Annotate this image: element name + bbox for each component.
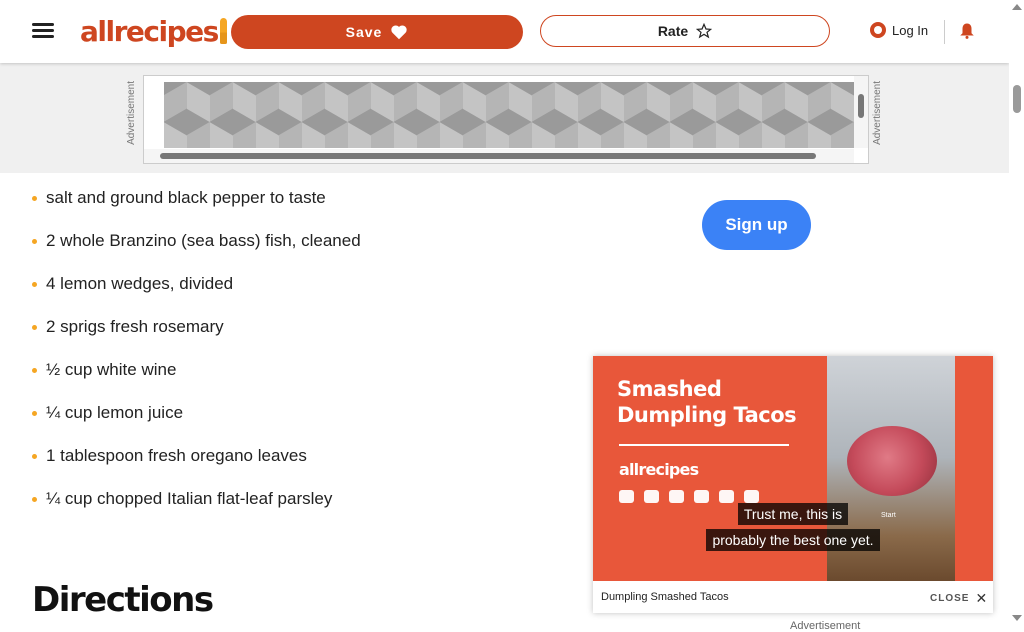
close-label: CLOSE bbox=[930, 593, 970, 604]
ingredient-item: ¼ cup chopped Italian flat-leaf parsley bbox=[32, 485, 361, 528]
close-video-button[interactable]: CLOSE ✕ bbox=[930, 590, 988, 607]
star-icon bbox=[696, 23, 713, 39]
allrecipes-logo[interactable]: allrecipes bbox=[80, 14, 227, 48]
ingredient-item: 1 tablespoon fresh oregano leaves bbox=[32, 442, 361, 485]
hamburger-menu-icon[interactable] bbox=[32, 20, 54, 42]
video-title: Smashed Dumpling Tacos bbox=[617, 377, 797, 427]
video-ad-label: Advertisement bbox=[790, 620, 861, 632]
ad-label-left: Advertisement bbox=[126, 81, 137, 145]
header-divider bbox=[944, 20, 945, 44]
ad-vertical-scrollbar[interactable] bbox=[854, 76, 868, 148]
login-label: Log In bbox=[892, 22, 929, 38]
site-header: allrecipes Save Rate Log In bbox=[0, 0, 1009, 63]
advertisement-frame[interactable] bbox=[143, 75, 869, 164]
video-title-rule bbox=[619, 444, 789, 446]
heart-icon bbox=[391, 25, 407, 40]
page-scrollbar[interactable] bbox=[1009, 0, 1024, 629]
logo-text: allrecipes bbox=[80, 14, 219, 48]
caption-line-1: Trust me, this is bbox=[737, 503, 849, 525]
floating-video-player[interactable]: Smashed Dumpling Tacos allrecipes Start … bbox=[593, 356, 993, 613]
spoon-icon bbox=[219, 18, 227, 44]
signup-button[interactable]: Sign up bbox=[702, 200, 811, 250]
video-brand-logo: allrecipes bbox=[619, 460, 699, 479]
login-link[interactable]: Log In bbox=[870, 22, 928, 38]
save-label: Save bbox=[345, 24, 383, 40]
scrollbar-thumb[interactable] bbox=[1013, 85, 1021, 113]
ad-label-right: Advertisement bbox=[872, 81, 883, 145]
video-frame[interactable]: Smashed Dumpling Tacos allrecipes Start … bbox=[593, 356, 993, 581]
scroll-up-arrow-icon[interactable] bbox=[1012, 4, 1022, 10]
ground-meat-image bbox=[847, 426, 937, 496]
ingredient-item: 2 whole Branzino (sea bass) fish, cleane… bbox=[32, 227, 361, 270]
user-icon bbox=[870, 22, 886, 38]
video-caption: Trust me, this is probably the best one … bbox=[593, 501, 993, 553]
ad-image bbox=[164, 82, 854, 148]
close-icon: ✕ bbox=[975, 590, 989, 606]
advertisement-banner-area: Advertisement Advertisement bbox=[0, 63, 1009, 173]
ingredient-item: ¼ cup lemon juice bbox=[32, 399, 361, 442]
directions-heading: Directions bbox=[32, 580, 214, 620]
rate-label: Rate bbox=[657, 23, 689, 39]
save-button[interactable]: Save bbox=[231, 15, 523, 49]
video-name: Dumpling Smashed Tacos bbox=[601, 591, 729, 603]
ingredient-list: salt and ground black pepper to taste 2 … bbox=[32, 184, 361, 528]
ingredient-item: 2 sprigs fresh rosemary bbox=[32, 313, 361, 356]
ad-horizontal-scrollbar[interactable] bbox=[144, 149, 854, 163]
ingredient-item: ½ cup white wine bbox=[32, 356, 361, 399]
notification-bell-icon[interactable] bbox=[958, 20, 976, 42]
scroll-down-arrow-icon[interactable] bbox=[1012, 615, 1022, 621]
rate-button[interactable]: Rate bbox=[540, 15, 830, 47]
ingredient-item: 4 lemon wedges, divided bbox=[32, 270, 361, 313]
ingredient-item: salt and ground black pepper to taste bbox=[32, 184, 361, 227]
caption-line-2: probably the best one yet. bbox=[706, 529, 880, 551]
